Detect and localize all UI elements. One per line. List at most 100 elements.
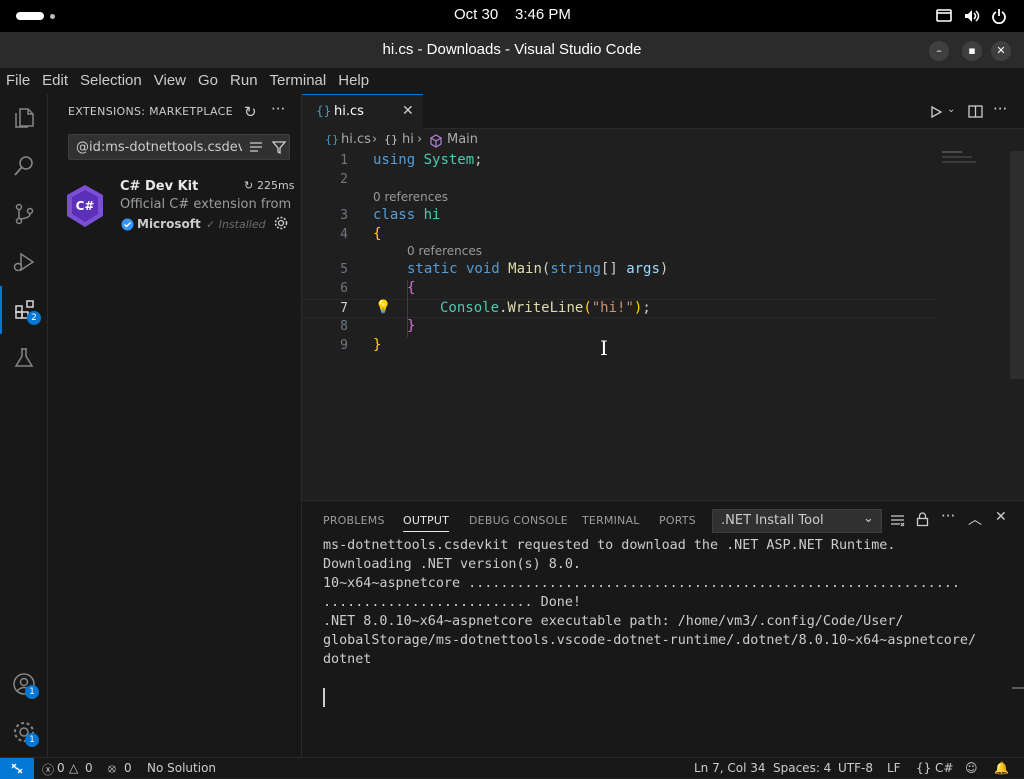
screen-icon[interactable] (936, 8, 952, 24)
flask-icon (14, 348, 34, 367)
panel-scrollbar[interactable] (1012, 687, 1024, 689)
lightbulb-icon[interactable]: 💡 (375, 300, 391, 315)
code-line-7-current: 7 💡 Console.WriteLine("hi!"); (302, 299, 936, 318)
window-title-bar: hi.cs - Downloads - Visual Studio Code –… (0, 32, 1024, 68)
menu-edit[interactable]: Edit (36, 68, 74, 94)
extension-description: Official C# extension from ... (120, 197, 292, 212)
close-panel-icon[interactable]: ✕ (995, 509, 1007, 525)
breadcrumb-separator: › (372, 132, 378, 147)
split-editor-icon[interactable] (968, 104, 983, 119)
ports-count[interactable]: 0 (124, 761, 132, 775)
menu-terminal[interactable]: Terminal (264, 68, 333, 94)
errors-icon[interactable]: ⓧ (42, 761, 54, 778)
menu-view[interactable]: View (148, 68, 192, 94)
clear-filter-icon[interactable] (249, 141, 263, 153)
extension-activation-time: 225ms (257, 179, 295, 192)
output-channel-value: .NET Install Tool (721, 513, 824, 528)
source-control-icon (15, 203, 34, 225)
menu-selection[interactable]: Selection (74, 68, 148, 94)
menu-go[interactable]: Go (192, 68, 224, 94)
solution-status[interactable]: No Solution (147, 761, 216, 775)
volume-icon[interactable] (963, 8, 981, 24)
bottom-panel: PROBLEMS OUTPUT DEBUG CONSOLE TERMINAL P… (302, 500, 1024, 757)
history-icon: ↻ (244, 179, 254, 192)
breadcrumb-method[interactable]: Main (447, 132, 478, 147)
activities-indicator[interactable] (16, 12, 44, 20)
breadcrumb-separator: › (417, 132, 423, 147)
minimap[interactable] (942, 150, 982, 168)
sidebar-title: EXTENSIONS: MARKETPLACE (68, 105, 233, 118)
code-line-3: 3 class hi (340, 207, 441, 223)
menu-run[interactable]: Run (224, 68, 264, 94)
error-count[interactable]: 0 (57, 761, 65, 775)
breadcrumb-namespace[interactable]: hi (402, 132, 414, 147)
system-date[interactable]: Oct 30 (454, 6, 498, 23)
tab-label: hi.cs (334, 104, 364, 119)
extension-publisher[interactable]: Microsoft (137, 217, 201, 231)
installed-status: ✓ Installed (206, 218, 266, 231)
minimize-button[interactable]: – (929, 41, 949, 61)
remote-indicator[interactable] (0, 758, 34, 779)
encoding[interactable]: UTF-8 (838, 761, 873, 775)
run-debug-icon (13, 252, 35, 272)
tab-ports[interactable]: PORTS (659, 514, 696, 527)
code-area[interactable]: 1 using System; 2 0 references 3 class h… (302, 152, 952, 452)
extension-gear-icon[interactable] (274, 216, 288, 230)
run-debug-button[interactable] (0, 238, 48, 286)
accounts-button[interactable]: 1 (0, 660, 48, 708)
indent-guide (407, 280, 408, 337)
manage-button[interactable]: 1 (0, 708, 48, 756)
search-button[interactable] (0, 142, 48, 190)
copilot-icon[interactable]: ☺ (965, 761, 978, 775)
code-line-9: 9 } (340, 337, 382, 353)
breadcrumb-file[interactable]: hi.cs (341, 132, 371, 147)
panel-more-icon[interactable]: ··· (941, 507, 955, 525)
output-channel-select[interactable]: .NET Install Tool ⌄ (712, 509, 882, 533)
code-line-2: 2 (340, 172, 348, 187)
notifications-icon[interactable]: 🔔 (994, 761, 1009, 775)
close-tab-icon[interactable]: ✕ (402, 103, 414, 119)
filter-icon[interactable] (272, 140, 286, 154)
warning-count[interactable]: 0 (85, 761, 93, 775)
cursor-position[interactable]: Ln 7, Col 34 (694, 761, 766, 775)
codelens-references[interactable]: 0 references (407, 244, 482, 258)
warning-icon[interactable]: △ (69, 761, 78, 775)
close-window-button[interactable]: ✕ (991, 41, 1011, 61)
power-icon[interactable] (991, 8, 1007, 24)
workspace-dot (50, 14, 55, 19)
maximize-button[interactable]: ▪ (962, 41, 982, 61)
maximize-panel-icon[interactable]: ︿ (968, 509, 982, 529)
refresh-icon[interactable]: ↻ (244, 103, 257, 121)
text-cursor-icon: I (600, 336, 608, 360)
menu-file[interactable]: File (0, 68, 36, 94)
editor-scrollbar[interactable] (1010, 151, 1024, 379)
braces-icon[interactable]: {} (916, 761, 931, 775)
extensions-search-input[interactable]: @id:ms-dotnettools.csdevkit (68, 134, 290, 160)
extensions-button[interactable]: 2 (0, 286, 48, 334)
testing-button[interactable] (0, 334, 48, 382)
end-of-line[interactable]: LF (887, 761, 901, 775)
tab-terminal[interactable]: TERMINAL (582, 514, 640, 527)
language-mode[interactable]: C# (935, 761, 953, 775)
editor-more-icon[interactable]: ··· (993, 100, 1007, 118)
system-clock[interactable]: 3:46 PM (515, 6, 571, 23)
extension-list-item[interactable]: C# C# Dev Kit ↻ 225ms Official C# extens… (48, 172, 301, 236)
explorer-button[interactable] (0, 94, 48, 142)
indentation[interactable]: Spaces: 4 (773, 761, 831, 775)
more-actions-icon[interactable]: ··· (271, 100, 285, 118)
lock-icon[interactable] (916, 512, 929, 527)
extensions-badge: 2 (27, 311, 41, 325)
extensions-sidebar: EXTENSIONS: MARKETPLACE ↻ ··· @id:ms-dot… (48, 94, 302, 757)
menu-help[interactable]: Help (332, 68, 375, 94)
clear-output-icon[interactable] (890, 514, 905, 527)
ports-icon[interactable]: ⦻ (108, 761, 116, 776)
tab-output[interactable]: OUTPUT (403, 514, 450, 532)
tab-hi-cs[interactable]: {} hi.cs ✕ (302, 94, 423, 129)
codelens-references[interactable]: 0 references (373, 190, 448, 204)
run-icon[interactable] (929, 105, 943, 119)
tab-debug-console[interactable]: DEBUG CONSOLE (469, 514, 568, 527)
tab-problems[interactable]: PROBLEMS (323, 514, 385, 527)
source-control-button[interactable] (0, 190, 48, 238)
run-dropdown-icon[interactable]: ⌄ (947, 104, 955, 115)
namespace-icon: {} (384, 133, 398, 146)
